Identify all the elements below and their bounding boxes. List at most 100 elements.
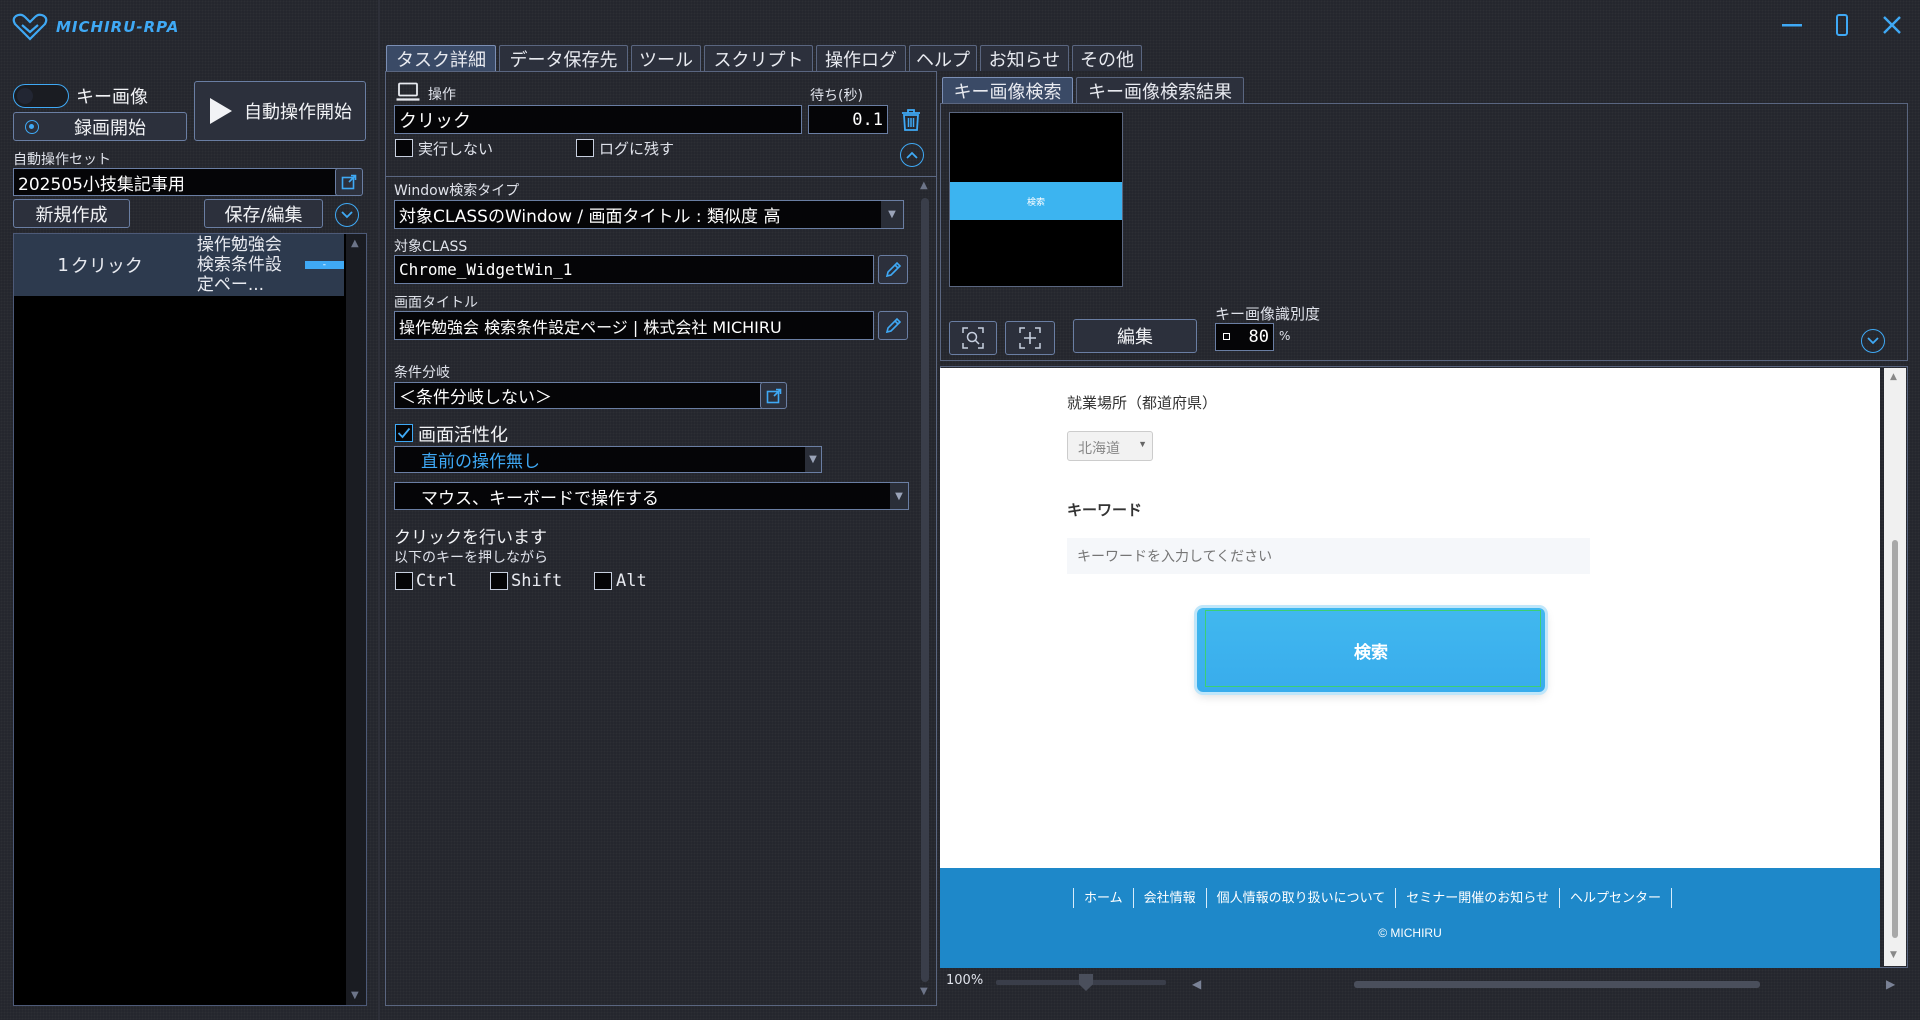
browser-preview[interactable]: 就業場所（都道府県） 北海道 ▼ キーワード 検索 ホーム 会社情報 個人情報の… bbox=[940, 368, 1880, 968]
copyright: © MICHIRU bbox=[1378, 926, 1442, 940]
no-exec-checkbox[interactable] bbox=[395, 139, 413, 157]
operation-list[interactable]: 1 クリック 操作勉強会 検索条件設定ペー... - ▲ ▼ bbox=[13, 233, 367, 1006]
scroll-left-icon[interactable]: ◀ bbox=[1192, 977, 1201, 991]
scroll-thumb[interactable] bbox=[921, 198, 929, 982]
tab-tools[interactable]: ツール bbox=[631, 45, 701, 71]
wait-label: 待ち(秒) bbox=[810, 88, 863, 104]
tab-help[interactable]: ヘルプ bbox=[909, 45, 977, 71]
window-type-value: 対象CLASSのWindow / 画面タイトル : 類似度 高 bbox=[399, 207, 781, 227]
tab-key-image-search[interactable]: キー画像検索 bbox=[942, 77, 1073, 103]
percent-label: % bbox=[1279, 329, 1291, 343]
footer-links: ホーム 会社情報 個人情報の取り扱いについて セミナー開催のお知らせ ヘルプセン… bbox=[1073, 888, 1673, 908]
check-icon bbox=[397, 427, 411, 439]
scroll-up-icon[interactable]: ▲ bbox=[920, 180, 928, 191]
key-image-toggle[interactable] bbox=[13, 84, 69, 108]
no-exec-label: 実行しない bbox=[418, 140, 494, 158]
record-start-button[interactable]: 録画開始 bbox=[13, 112, 187, 141]
thumbnail-search-text: 検索 bbox=[950, 182, 1122, 220]
operation-mode-select[interactable]: マウス、キーボードで操作する ▼ bbox=[394, 482, 909, 510]
open-set-button[interactable] bbox=[335, 168, 363, 196]
tab-operation-log[interactable]: 操作ログ bbox=[816, 45, 906, 71]
trash-icon[interactable] bbox=[900, 108, 922, 132]
horizontal-scroll-thumb[interactable] bbox=[1354, 981, 1760, 988]
new-set-button[interactable]: 新規作成 bbox=[13, 199, 130, 228]
branch-open-button[interactable] bbox=[760, 382, 787, 409]
laptop-icon bbox=[396, 82, 420, 101]
wait-field[interactable]: 0.1 bbox=[808, 105, 888, 134]
save-edit-button[interactable]: 保存/編集 bbox=[204, 199, 323, 228]
task-scrollbar[interactable]: ▲ ▼ bbox=[916, 178, 934, 1004]
spinner-icon bbox=[1223, 333, 1230, 340]
record-start-label: 録画開始 bbox=[74, 117, 146, 139]
search-button[interactable]: 検索 bbox=[1197, 608, 1545, 692]
row-badge: - bbox=[304, 261, 344, 270]
maximize-button[interactable] bbox=[1824, 10, 1860, 40]
activate-checkbox[interactable] bbox=[395, 424, 413, 442]
zoom-search-button[interactable] bbox=[949, 321, 997, 355]
sensitivity-value: 80 bbox=[1248, 327, 1269, 347]
tab-task-detail[interactable]: タスク詳細 bbox=[386, 45, 496, 71]
zoom-slider-thumb[interactable] bbox=[1079, 974, 1093, 991]
footer-link-privacy[interactable]: 個人情報の取り扱いについて bbox=[1205, 888, 1396, 908]
close-button[interactable] bbox=[1874, 10, 1910, 40]
match-highlight-box bbox=[1205, 610, 1541, 687]
footer-link-company[interactable]: 会社情報 bbox=[1132, 888, 1206, 908]
window-type-select[interactable]: 対象CLASSのWindow / 画面タイトル : 類似度 高 ▼ bbox=[394, 200, 904, 229]
footer-link-home[interactable]: ホーム bbox=[1073, 888, 1133, 908]
title-edit-button[interactable] bbox=[878, 311, 908, 340]
footer-link-help[interactable]: ヘルプセンター bbox=[1559, 888, 1673, 908]
list-scrollbar[interactable]: ▲ ▼ bbox=[346, 234, 366, 1005]
prefecture-select[interactable]: 北海道 ▼ bbox=[1067, 431, 1153, 461]
zoom-level: 100% bbox=[946, 973, 984, 988]
preview-vscrollbar[interactable]: ▲ ▼ bbox=[1884, 368, 1906, 966]
tab-key-image-result[interactable]: キー画像検索結果 bbox=[1076, 77, 1244, 103]
scroll-down-icon[interactable]: ▼ bbox=[1890, 950, 1897, 960]
log-checkbox[interactable] bbox=[576, 139, 594, 157]
modifier-description: 以下のキーを押しながら bbox=[394, 550, 548, 566]
ctrl-checkbox[interactable] bbox=[395, 572, 413, 590]
tab-notice[interactable]: お知らせ bbox=[980, 45, 1069, 71]
collapse-button[interactable] bbox=[900, 143, 924, 167]
scroll-down-icon[interactable]: ▼ bbox=[920, 986, 928, 997]
keyword-input[interactable] bbox=[1067, 538, 1590, 574]
app-title: MICHIRU-RPA bbox=[56, 18, 180, 36]
alt-label: Alt bbox=[616, 571, 647, 591]
list-item[interactable]: 1 クリック 操作勉強会 検索条件設定ペー... - bbox=[14, 234, 344, 296]
minimize-button[interactable] bbox=[1774, 10, 1810, 40]
tab-data-destination[interactable]: データ保存先 bbox=[499, 45, 628, 71]
log-label: ログに残す bbox=[599, 140, 675, 158]
scroll-down-icon[interactable]: ▼ bbox=[351, 990, 359, 1001]
alt-checkbox[interactable] bbox=[594, 572, 612, 590]
pencil-icon bbox=[885, 261, 902, 277]
tab-other[interactable]: その他 bbox=[1072, 45, 1142, 71]
scroll-up-icon[interactable]: ▲ bbox=[351, 238, 359, 249]
class-field[interactable]: Chrome_WidgetWin_1 bbox=[394, 255, 874, 284]
shift-checkbox[interactable] bbox=[490, 572, 508, 590]
zoom-slider[interactable] bbox=[996, 974, 1166, 991]
title-field[interactable]: 操作勉強会 検索条件設定ページ | 株式会社 MICHIRU bbox=[394, 311, 874, 340]
dropdown-arrow-icon: ▼ bbox=[881, 201, 903, 228]
scroll-up-icon[interactable]: ▲ bbox=[1890, 372, 1897, 382]
operation-label: 操作 bbox=[428, 87, 456, 103]
scroll-thumb[interactable] bbox=[1892, 540, 1898, 938]
pencil-icon bbox=[885, 317, 902, 333]
auto-set-field[interactable]: 202505小技集記事用 bbox=[13, 168, 345, 196]
sensitivity-field[interactable]: 80 bbox=[1215, 323, 1274, 351]
class-edit-button[interactable] bbox=[878, 255, 908, 284]
branch-field[interactable]: ＜条件分岐しない＞ bbox=[394, 382, 762, 409]
keyword-label: キーワード bbox=[1067, 502, 1143, 519]
external-link-icon bbox=[341, 174, 357, 190]
expand-set-button[interactable] bbox=[335, 203, 359, 227]
previous-operation-select[interactable]: 直前の操作無し ▼ bbox=[394, 446, 822, 473]
expand-key-image-button[interactable] bbox=[1861, 329, 1885, 353]
auto-set-label: 自動操作セット bbox=[13, 152, 111, 168]
auto-run-button[interactable]: 自動操作開始 bbox=[194, 81, 366, 141]
tab-script[interactable]: スクリプト bbox=[704, 45, 813, 71]
scroll-right-icon[interactable]: ▶ bbox=[1886, 977, 1895, 991]
edit-key-image-button[interactable]: 編集 bbox=[1073, 319, 1197, 353]
place-label: 就業場所（都道府県） bbox=[1067, 395, 1218, 412]
footer-link-seminar[interactable]: セミナー開催のお知らせ bbox=[1395, 888, 1559, 908]
operation-field[interactable]: クリック bbox=[394, 105, 802, 134]
record-icon bbox=[25, 120, 39, 134]
capture-area-button[interactable] bbox=[1005, 321, 1055, 355]
